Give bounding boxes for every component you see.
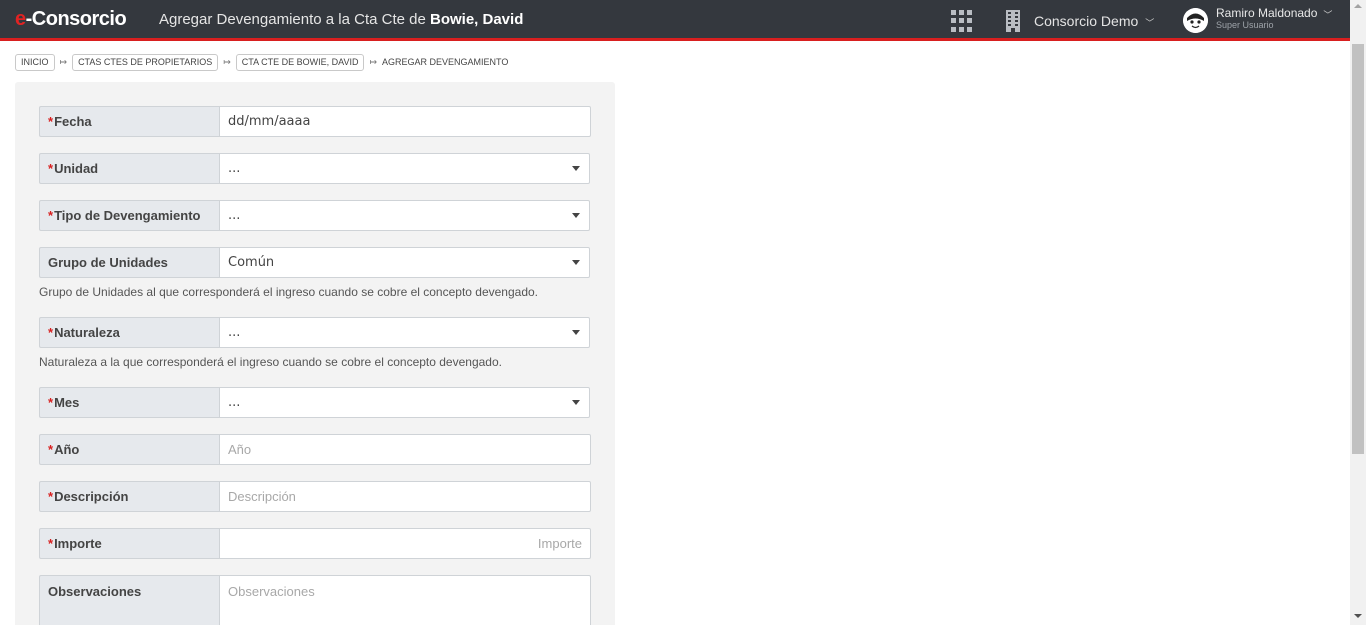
observaciones-row: Observaciones Observaciones: [39, 575, 591, 625]
naturaleza-help-text: Naturaleza a la que corresponderá el ing…: [39, 355, 502, 369]
scroll-up-arrow-icon[interactable]: [1354, 4, 1362, 8]
breadcrumb-separator: ↦: [59, 57, 68, 67]
apps-grid-icon[interactable]: [951, 10, 973, 32]
grupo-row: Grupo de Unidades Común: [39, 247, 591, 278]
tipo-label: * Tipo de Devengamiento: [39, 200, 219, 231]
anio-input[interactable]: Año: [219, 434, 591, 465]
anio-label: * Año: [39, 434, 219, 465]
grupo-help-text: Grupo de Unidades al que corresponderá e…: [39, 285, 539, 299]
observaciones-label: Observaciones: [39, 575, 219, 625]
naturaleza-row: * Naturaleza ...: [39, 317, 591, 348]
chevron-down-icon: ﹀: [1145, 18, 1155, 29]
user-avatar-icon: [1183, 8, 1208, 33]
user-menu[interactable]: Ramiro Maldonado Super Usuario ﹀: [1183, 6, 1332, 33]
chevron-down-icon: ﹀: [1323, 11, 1333, 21]
logo-text: -Consorcio: [25, 8, 127, 30]
scroll-down-arrow-icon[interactable]: [1354, 614, 1362, 618]
importe-row: * Importe Importe: [39, 528, 591, 559]
user-name: Ramiro Maldonado: [1216, 6, 1318, 20]
breadcrumb-cta-cte-bowie[interactable]: CTA CTE DE BOWIE, DAVID: [235, 54, 365, 71]
caret-down-icon: [572, 213, 580, 218]
avatar: [1183, 8, 1208, 33]
top-navbar: e-Consorcio Agregar Devengamiento a la C…: [0, 0, 1350, 41]
fecha-row: * Fecha dd/mm/aaaa: [39, 106, 591, 137]
descripcion-label: * Descripción: [39, 481, 219, 512]
importe-input[interactable]: Importe: [219, 528, 591, 559]
consorcio-selector[interactable]: Consorcio Demo ﹀: [1004, 8, 1154, 34]
anio-row: * Año Año: [39, 434, 591, 465]
descripcion-input[interactable]: Descripción: [219, 481, 591, 512]
form-panel: * Fecha dd/mm/aaaa * Unidad ... * Tipo de D…: [15, 82, 615, 625]
grupo-label: Grupo de Unidades: [39, 247, 219, 278]
grupo-unidades-select[interactable]: Común: [219, 247, 590, 278]
mes-label: * Mes: [39, 387, 219, 418]
breadcrumb-separator: ↦: [369, 57, 378, 67]
building-icon: [1006, 10, 1020, 32]
caret-down-icon: [572, 400, 580, 405]
descripcion-row: * Descripción Descripción: [39, 481, 591, 512]
naturaleza-label: * Naturaleza: [39, 317, 219, 348]
unidad-row: * Unidad ...: [39, 153, 591, 184]
user-role: Super Usuario: [1216, 20, 1274, 30]
importe-label: * Importe: [39, 528, 219, 559]
breadcrumb-inicio[interactable]: INICIO: [15, 54, 55, 71]
logo-e: e: [15, 8, 26, 30]
fecha-label: * Fecha: [39, 106, 219, 137]
breadcrumb-separator: ↦: [223, 57, 231, 67]
page-title-name: Bowie, David: [430, 11, 524, 28]
mes-row: * Mes ...: [39, 387, 591, 418]
fecha-input[interactable]: dd/mm/aaaa: [219, 106, 591, 137]
page-title-prefix: Agregar Devengamiento a la Cta Cte de: [159, 11, 426, 28]
caret-down-icon: [572, 166, 580, 171]
caret-down-icon: [572, 260, 580, 265]
breadcrumb-current: AGREGAR DEVENGAMIENTO: [382, 57, 509, 67]
consorcio-label: Consorcio Demo: [1034, 13, 1139, 29]
naturaleza-select[interactable]: ...: [219, 317, 590, 348]
breadcrumb-ctas-ctes[interactable]: CTAS CTES DE PROPIETARIOS: [72, 54, 219, 71]
tipo-devengamiento-select[interactable]: ...: [219, 200, 590, 231]
unidad-select[interactable]: ...: [219, 153, 590, 184]
app-logo[interactable]: e-Consorcio: [15, 8, 127, 31]
scrollbar-thumb[interactable]: [1352, 44, 1364, 454]
mes-select[interactable]: ...: [219, 387, 590, 418]
breadcrumb: INICIO ↦ CTAS CTES DE PROPIETARIOS ↦ CTA…: [15, 54, 508, 71]
observaciones-textarea[interactable]: Observaciones: [219, 575, 591, 625]
tipo-row: * Tipo de Devengamiento ...: [39, 200, 591, 231]
caret-down-icon: [572, 330, 580, 335]
unidad-label: * Unidad: [39, 153, 219, 184]
page-title: Agregar Devengamiento a la Cta Cte de Bo…: [159, 11, 523, 28]
